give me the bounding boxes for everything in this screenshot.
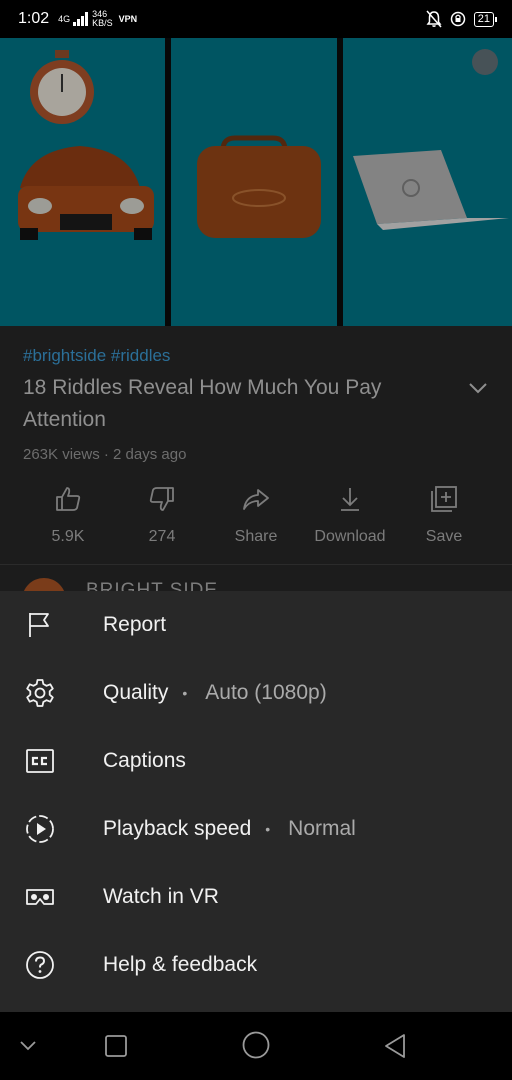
vpn-label: VPN bbox=[118, 13, 138, 24]
download-label: Download bbox=[314, 528, 386, 545]
closed-captions-icon bbox=[26, 749, 54, 773]
back-chevron-icon[interactable] bbox=[18, 1038, 38, 1052]
share-button[interactable]: Share bbox=[209, 484, 303, 546]
dislike-count: 274 bbox=[148, 528, 176, 545]
share-icon bbox=[243, 489, 269, 510]
menu-label-quality: Quality bbox=[103, 681, 169, 704]
scrim bbox=[0, 38, 512, 326]
like-button[interactable]: 5.9K bbox=[21, 484, 115, 546]
network-speed: 346 KB/S bbox=[92, 10, 113, 28]
menu-item-playback-speed[interactable]: Playback speed • Normal bbox=[0, 795, 512, 863]
menu-item-help-feedback[interactable]: Help & feedback bbox=[0, 931, 512, 999]
menu-label-help-feedback: Help & feedback bbox=[103, 953, 258, 976]
alarm-icon bbox=[450, 11, 465, 27]
video-meta: 263K views · 2 days ago bbox=[23, 446, 187, 463]
network-speed-unit: KB/S bbox=[92, 18, 113, 28]
recents-square-icon[interactable] bbox=[104, 1034, 128, 1058]
options-bottom-sheet: Report Quality • Auto (1080p) Captions P… bbox=[0, 591, 512, 1012]
menu-label-captions: Captions bbox=[103, 749, 186, 772]
video-info: #brightside #riddles 18 Riddles Reveal H… bbox=[0, 326, 512, 622]
menu-item-quality[interactable]: Quality • Auto (1080p) bbox=[0, 659, 512, 727]
thumbs-up-icon bbox=[56, 487, 81, 511]
menu-line-quality: Quality • Auto (1080p) bbox=[103, 681, 327, 705]
video-player[interactable] bbox=[0, 38, 512, 326]
home-circle-icon[interactable] bbox=[241, 1030, 271, 1060]
network-type: 4G bbox=[58, 13, 71, 24]
mute-bell-icon bbox=[426, 10, 442, 28]
divider bbox=[0, 564, 512, 565]
menu-label-report: Report bbox=[103, 613, 167, 636]
share-label: Share bbox=[234, 528, 278, 545]
status-right: 21 bbox=[426, 10, 498, 28]
like-count: 5.9K bbox=[51, 528, 85, 545]
chevron-down-icon[interactable] bbox=[466, 376, 490, 400]
gear-icon bbox=[26, 679, 54, 707]
separator-dot: • bbox=[182, 685, 188, 701]
signal-icon bbox=[73, 12, 89, 26]
menu-line-playback-speed: Playback speed • Normal bbox=[103, 817, 356, 841]
menu-item-captions[interactable]: Captions bbox=[0, 727, 512, 795]
flag-icon bbox=[29, 613, 49, 637]
help-icon bbox=[26, 951, 54, 979]
status-time: 1:02 bbox=[18, 10, 50, 27]
navigation-bar bbox=[0, 1012, 512, 1080]
save-to-playlist-icon bbox=[431, 486, 457, 512]
menu-value-playback-speed: Normal bbox=[288, 817, 356, 840]
menu-label-playback-speed: Playback speed bbox=[103, 817, 252, 840]
action-row: 5.9K 274 Share Download Save bbox=[21, 484, 491, 546]
save-label: Save bbox=[425, 528, 463, 545]
status-bar: 1:02 4G 346 KB/S VPN 21 bbox=[0, 0, 512, 38]
menu-label-watch-in-vr: Watch in VR bbox=[103, 885, 219, 908]
vpn-indicator: VPN bbox=[118, 13, 138, 24]
separator-dot: • bbox=[265, 821, 271, 837]
vr-headset-icon bbox=[26, 889, 54, 905]
video-hashtags[interactable]: #brightside #riddles bbox=[23, 346, 170, 366]
network-indicator: 4G bbox=[58, 13, 71, 24]
dislike-button[interactable]: 274 bbox=[115, 484, 209, 546]
menu-value-quality: Auto (1080p) bbox=[205, 681, 327, 704]
thumbs-down-icon bbox=[149, 487, 174, 511]
menu-item-report[interactable]: Report bbox=[0, 591, 512, 659]
menu-item-watch-in-vr[interactable]: Watch in VR bbox=[0, 863, 512, 931]
download-button[interactable]: Download bbox=[303, 484, 397, 546]
download-icon bbox=[341, 488, 359, 511]
playback-speed-icon bbox=[26, 815, 54, 843]
back-triangle-icon[interactable] bbox=[382, 1032, 408, 1060]
save-button[interactable]: Save bbox=[397, 484, 491, 546]
battery-indicator: 21 bbox=[473, 11, 498, 27]
video-title[interactable]: 18 Riddles Reveal How Much You Pay Atten… bbox=[23, 372, 443, 436]
